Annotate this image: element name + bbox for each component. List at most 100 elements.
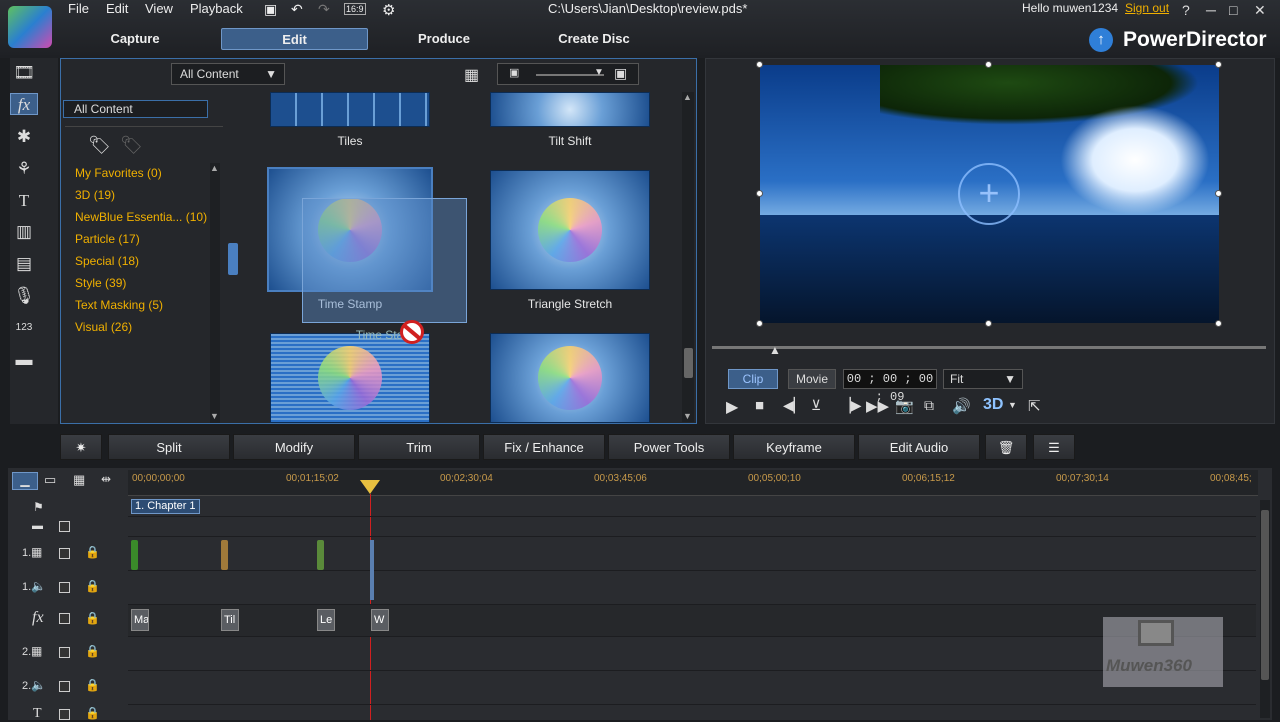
slider-handle[interactable]: ▼ — [594, 67, 604, 78]
redo-icon[interactable]: ↷ — [318, 1, 330, 18]
effect-clip[interactable]: Le — [317, 609, 335, 631]
collapse-panel-handle[interactable] — [228, 243, 238, 275]
category-item[interactable]: Particle (17) — [75, 232, 140, 246]
timeline-view-icon[interactable]: ▁ — [12, 472, 38, 490]
category-item[interactable]: Style (39) — [75, 276, 126, 290]
undock-preview-icon[interactable]: ⇱ — [1028, 397, 1041, 415]
preview-quality-icon[interactable]: ⧉ — [924, 397, 934, 414]
effect-clip[interactable]: Ma — [131, 609, 149, 631]
grid-view-icon[interactable]: ▦ — [464, 65, 479, 85]
snapshot-camera-icon[interactable]: 📷 — [895, 397, 914, 415]
scroll-down-icon[interactable]: ▼ — [210, 411, 219, 421]
subtitle-room-icon[interactable]: ▬ — [10, 349, 38, 371]
settings-gear-icon[interactable]: ⚙ — [382, 1, 395, 19]
fast-forward-icon[interactable]: ▶▶ — [866, 397, 889, 415]
track-enable-checkbox[interactable] — [59, 582, 70, 593]
keyframe-button[interactable]: Keyframe — [733, 434, 855, 460]
power-tools-button[interactable]: Power Tools — [608, 434, 730, 460]
signout-link[interactable]: Sign out — [1125, 1, 1169, 15]
effect-thumb-blur[interactable] — [490, 333, 650, 423]
scroll-up-icon[interactable]: ▲ — [210, 163, 219, 173]
movie-mode-button[interactable]: Movie — [788, 369, 836, 389]
effect-thumb-tiles[interactable] — [270, 92, 430, 127]
track-manager-icon[interactable]: ▦ — [73, 472, 85, 488]
title-room-icon[interactable]: T — [10, 190, 38, 212]
fit-timeline-icon[interactable]: ⇹ — [101, 472, 111, 486]
aspect-ratio-button[interactable]: 16:9 — [344, 3, 366, 15]
library-scroll-thumb[interactable] — [684, 348, 693, 378]
previous-frame-icon[interactable]: ◀▏ — [783, 397, 805, 414]
lock-icon[interactable]: 🔒 — [85, 545, 100, 559]
save-icon[interactable]: ▣ — [264, 1, 277, 18]
media-room-icon[interactable]: 🎞 — [10, 62, 38, 84]
remove-tag-icon[interactable]: 🏷 — [120, 135, 143, 156]
resize-handle[interactable] — [1215, 61, 1222, 68]
menu-view[interactable]: View — [145, 1, 173, 16]
lock-icon[interactable]: 🔒 — [85, 579, 100, 593]
close-button[interactable]: ✕ — [1254, 2, 1266, 19]
timeline-scroll-thumb[interactable] — [1261, 510, 1269, 680]
stop-icon[interactable]: ■ — [755, 397, 764, 414]
resize-handle[interactable] — [985, 320, 992, 327]
chapter-track[interactable] — [128, 497, 1256, 517]
particle-room-icon[interactable]: ⚘ — [10, 158, 38, 180]
category-item[interactable]: Special (18) — [75, 254, 139, 268]
audio-mixing-room-icon[interactable]: ▤ — [10, 253, 38, 275]
lock-icon[interactable]: 🔒 — [85, 644, 100, 658]
category-scrollbar[interactable] — [210, 163, 220, 423]
upgrade-arrow-icon[interactable]: ↑ — [1089, 28, 1113, 52]
content-filter-dropdown[interactable]: All Content ▼ — [171, 63, 285, 85]
more-functions-icon[interactable]: ☰ — [1033, 434, 1075, 460]
preview-scrubber-track[interactable] — [712, 346, 1266, 349]
timecode-display[interactable]: 00 ; 00 ; 00 ; 09 — [843, 369, 937, 404]
category-item[interactable]: NewBlue Essentia... (10) — [75, 210, 207, 224]
track-enable-checkbox[interactable] — [59, 709, 70, 720]
video-clip[interactable] — [131, 540, 138, 570]
video-track-1[interactable] — [128, 537, 1256, 571]
edit-audio-button[interactable]: Edit Audio — [858, 434, 980, 460]
resize-handle[interactable] — [985, 61, 992, 68]
zoom-dropdown[interactable]: Fit ▼ — [943, 369, 1023, 389]
move-crosshair-icon[interactable]: + — [958, 163, 1020, 225]
menu-playback[interactable]: Playback — [190, 1, 243, 16]
clip-mode-button[interactable]: Clip — [728, 369, 778, 389]
play-icon[interactable]: ▶ — [726, 397, 738, 417]
resize-handle[interactable] — [1215, 320, 1222, 327]
split-marker-icon[interactable]: ⊻ — [811, 397, 821, 414]
scrubber-handle[interactable]: ▲ — [769, 343, 781, 357]
scroll-down-icon[interactable]: ▼ — [683, 411, 692, 421]
subtitle-track[interactable] — [128, 517, 1256, 537]
tab-create-disc[interactable]: Create Disc — [548, 28, 640, 50]
storyboard-view-icon[interactable]: ▭ — [44, 472, 56, 488]
app-logo-icon[interactable] — [8, 6, 52, 48]
effect-thumb-triangle-stretch[interactable] — [490, 170, 650, 290]
track-enable-checkbox[interactable] — [59, 681, 70, 692]
effect-clip[interactable]: Til — [221, 609, 239, 631]
audio-track-2[interactable] — [128, 671, 1256, 705]
video-clip[interactable] — [221, 540, 228, 570]
modify-button[interactable]: Modify — [233, 434, 355, 460]
delete-trash-icon[interactable]: 🗑 — [985, 434, 1027, 460]
resize-handle[interactable] — [756, 320, 763, 327]
effect-thumb-scanline[interactable] — [270, 333, 430, 423]
effect-track[interactable] — [128, 605, 1256, 637]
scroll-up-icon[interactable]: ▲ — [683, 92, 692, 102]
split-button[interactable]: Split — [108, 434, 230, 460]
category-item[interactable]: 3D (19) — [75, 188, 115, 202]
track-enable-checkbox[interactable] — [59, 613, 70, 624]
help-button[interactable]: ? — [1182, 2, 1190, 18]
video-track-2[interactable] — [128, 637, 1256, 671]
tab-produce[interactable]: Produce — [404, 28, 484, 50]
magic-tools-icon[interactable]: ✷ — [60, 434, 102, 460]
lock-icon[interactable]: 🔒 — [85, 611, 100, 625]
track-enable-checkbox[interactable] — [59, 521, 70, 532]
category-tree-selector[interactable]: All Content — [63, 100, 208, 118]
transition-room-icon[interactable]: ▥ — [10, 221, 38, 243]
lock-icon[interactable]: 🔒 — [85, 706, 100, 720]
add-tag-icon[interactable]: 🏷 — [88, 135, 111, 156]
track-enable-checkbox[interactable] — [59, 548, 70, 559]
video-clip[interactable] — [317, 540, 324, 570]
resize-handle[interactable] — [756, 190, 763, 197]
voiceover-mic-icon[interactable]: 🎙 — [10, 285, 38, 307]
maximize-button[interactable]: □ — [1229, 2, 1237, 18]
